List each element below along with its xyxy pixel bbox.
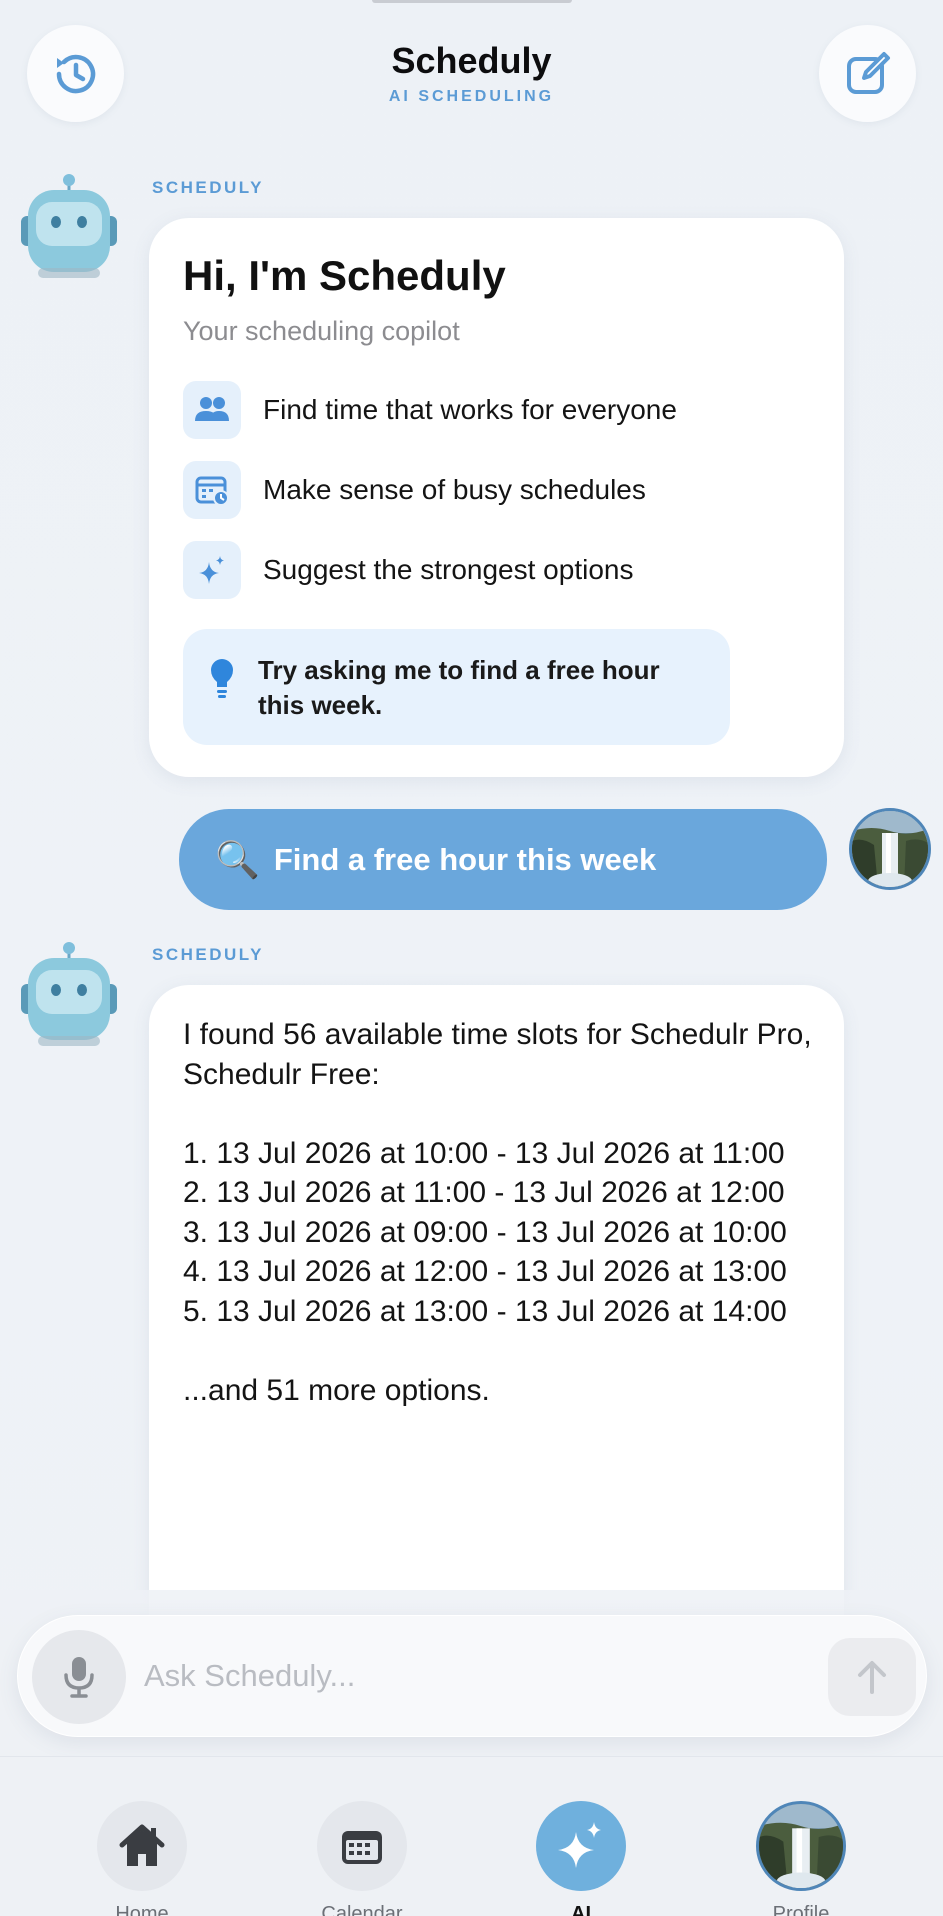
tab-icon-bg	[97, 1801, 187, 1891]
top-handle	[372, 0, 572, 3]
tab-icon-bg	[756, 1801, 846, 1891]
robot-icon	[21, 942, 117, 1046]
user-avatar	[849, 808, 931, 890]
profile-avatar	[759, 1804, 843, 1888]
user-message-bubble: 🔍 Find a free hour this week	[179, 809, 827, 910]
user-message-text: Find a free hour this week	[273, 841, 657, 877]
sparkle-icon	[558, 1822, 601, 1868]
arrow-up-icon	[858, 1661, 886, 1694]
tab-label: Home	[115, 1903, 169, 1916]
bot-avatar	[18, 172, 120, 282]
tab-label: Profile	[772, 1903, 830, 1916]
response-text: I found 56 available time slots for Sche…	[183, 1018, 812, 1407]
lightbulb-icon	[211, 659, 233, 698]
calendar-busy-icon	[183, 461, 241, 519]
tab-label: AI	[571, 1903, 591, 1916]
feature-text: Make sense of busy schedules	[263, 474, 646, 505]
sender-label: SCHEDULY	[152, 945, 264, 964]
magnifier-icon: 🔍	[215, 838, 260, 880]
home-icon	[119, 1824, 165, 1866]
feature-row: Find time that works for everyone	[183, 381, 677, 439]
sparkle-icon	[183, 541, 241, 599]
welcome-title: Hi, I'm Scheduly	[183, 252, 506, 299]
ask-input[interactable]	[144, 1648, 664, 1704]
tab-icon-bg	[317, 1801, 407, 1891]
feature-text: Find time that works for everyone	[263, 394, 677, 425]
app-title: Scheduly	[391, 40, 552, 81]
tab-label: Calendar	[321, 1903, 403, 1916]
welcome-card: Hi, I'm Scheduly Your scheduling copilot…	[149, 218, 844, 777]
feature-text: Suggest the strongest options	[263, 554, 634, 585]
app-subtitle: AI SCHEDULING	[388, 88, 555, 105]
waterfall-avatar-image	[852, 811, 928, 887]
mic-button[interactable]	[32, 1630, 126, 1724]
tip-box: Try asking me to find a free hour this w…	[183, 629, 730, 745]
bot-avatar	[18, 940, 120, 1050]
tab-bar: Home Calendar AI Profile	[0, 1756, 943, 1916]
tab-profile[interactable]: Profile	[726, 1757, 876, 1916]
response-card: I found 56 available time slots for Sche…	[149, 985, 844, 1685]
feature-row: Make sense of busy schedules	[183, 461, 646, 519]
feature-row: Suggest the strongest options	[183, 541, 633, 599]
welcome-subtitle: Your scheduling copilot	[183, 316, 460, 346]
calendar-icon	[342, 1831, 382, 1864]
people-icon	[183, 381, 241, 439]
tab-calendar[interactable]: Calendar	[287, 1757, 437, 1916]
tab-icon-bg	[536, 1801, 626, 1891]
tip-text: Try asking me to find a free hour this w…	[258, 655, 660, 720]
tab-ai[interactable]: AI	[506, 1757, 656, 1916]
robot-icon	[21, 174, 117, 278]
sender-label: SCHEDULY	[152, 178, 264, 197]
microphone-icon	[64, 1657, 94, 1698]
send-button[interactable]	[828, 1638, 916, 1716]
chat-input-bar	[17, 1615, 927, 1737]
compose-icon	[846, 51, 890, 94]
compose-button[interactable]	[819, 25, 916, 122]
tab-home[interactable]: Home	[67, 1757, 217, 1916]
